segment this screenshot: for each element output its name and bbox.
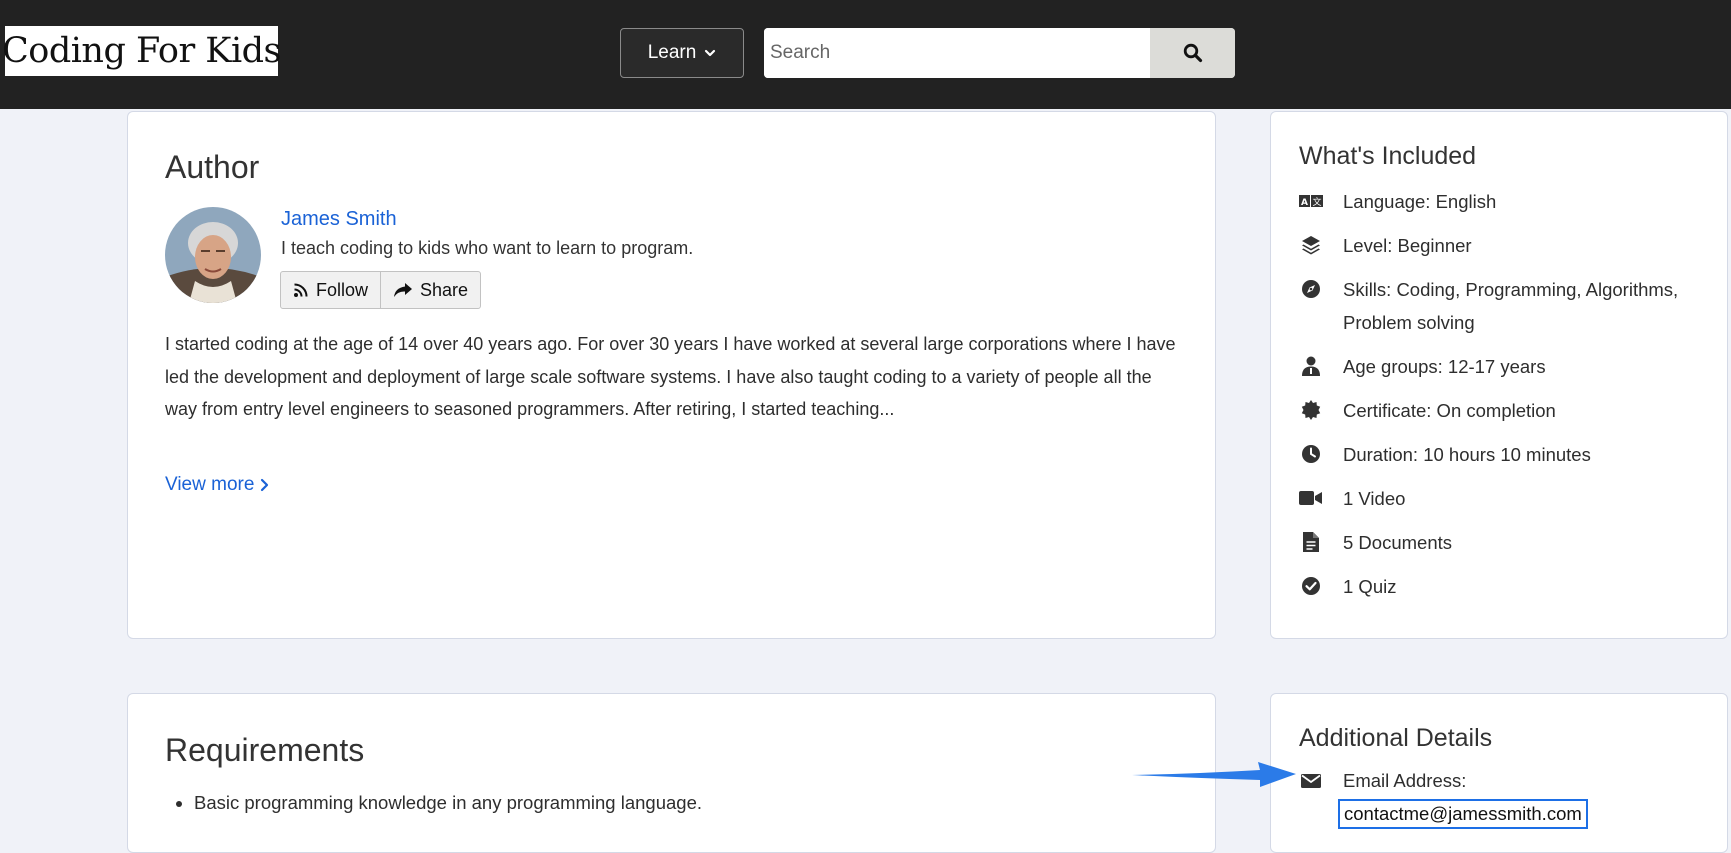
included-item-language: A文 Language: English <box>1299 186 1719 218</box>
included-item-level: Level: Beginner <box>1299 230 1719 262</box>
included-item-age: Age groups: 12-17 years <box>1299 351 1719 383</box>
view-more-link[interactable]: View more <box>165 474 269 496</box>
included-text: 1 Quiz <box>1343 576 1397 597</box>
included-text: 5 Documents <box>1343 532 1452 553</box>
top-navbar: Coding For Kids Learn <box>0 0 1731 109</box>
share-button[interactable]: Share <box>380 272 480 308</box>
clock-icon <box>1299 439 1323 469</box>
included-text: Language: English <box>1343 191 1497 212</box>
learn-dropdown-button[interactable]: Learn <box>620 28 744 78</box>
check-circle-icon <box>1299 571 1323 601</box>
author-card: Author James Smith I teach coding to kid… <box>127 111 1216 639</box>
included-item-video: 1 Video <box>1299 483 1719 515</box>
envelope-icon <box>1299 766 1323 796</box>
included-text: 1 Video <box>1343 488 1406 509</box>
author-actions: Follow Share <box>280 271 482 309</box>
included-text: Duration: 10 hours 10 minutes <box>1343 444 1591 465</box>
search-button[interactable] <box>1150 28 1235 78</box>
annotation-arrow <box>1132 762 1296 787</box>
additional-details-card: Additional Details Email Address: contac… <box>1270 693 1728 853</box>
email-label: Email Address: <box>1343 770 1467 791</box>
search-icon <box>1183 43 1202 63</box>
author-heading: Author <box>165 149 260 185</box>
included-text: Level: Beginner <box>1343 235 1472 256</box>
included-item-documents: 5 Documents <box>1299 527 1719 559</box>
whats-included-card: What's Included A文 Language: English Lev… <box>1270 111 1728 639</box>
view-more-label: View more <box>165 474 255 495</box>
requirements-card: Requirements Basic programming knowledge… <box>127 693 1216 853</box>
included-item-quiz: 1 Quiz <box>1299 571 1719 603</box>
author-bio: I started coding at the age of 14 over 4… <box>165 334 1176 419</box>
rss-icon <box>294 283 308 297</box>
user-icon <box>1299 351 1323 381</box>
included-item-duration: Duration: 10 hours 10 minutes <box>1299 439 1719 471</box>
search-bar <box>764 28 1235 78</box>
follow-button[interactable]: Follow <box>281 272 380 308</box>
document-icon <box>1299 527 1323 557</box>
badge-icon <box>1299 395 1323 425</box>
layers-icon <box>1299 230 1323 260</box>
video-icon <box>1299 483 1323 513</box>
compass-icon <box>1299 274 1323 304</box>
share-icon <box>394 283 413 297</box>
translate-icon: A文 <box>1299 186 1323 216</box>
included-item-certificate: Certificate: On completion <box>1299 395 1719 427</box>
chevron-right-icon <box>261 478 269 492</box>
chevron-down-icon <box>705 49 716 57</box>
included-item-skills: Skills: Coding, Programming, Algorithms,… <box>1299 274 1719 339</box>
email-address-value[interactable]: contactme@jamessmith.com <box>1338 799 1588 829</box>
included-text: Certificate: On completion <box>1343 400 1556 421</box>
additional-details-heading: Additional Details <box>1299 724 1493 752</box>
requirement-item: Basic programming knowledge in any progr… <box>194 788 1094 818</box>
whats-included-heading: What's Included <box>1299 142 1477 170</box>
site-logo[interactable]: Coding For Kids <box>2 26 282 76</box>
svg-text:A: A <box>1301 198 1308 208</box>
requirements-list: Basic programming knowledge in any progr… <box>188 788 1094 818</box>
included-text: Age groups: 12-17 years <box>1343 356 1546 377</box>
svg-text:文: 文 <box>1312 196 1321 208</box>
search-input[interactable] <box>764 28 1150 78</box>
included-list: A文 Language: English Level: Beginner Ski… <box>1299 186 1719 615</box>
requirements-heading: Requirements <box>165 732 365 768</box>
author-avatar <box>165 207 261 303</box>
author-tagline: I teach coding to kids who want to learn… <box>281 238 694 258</box>
included-text: Skills: Coding, Programming, Algorithms,… <box>1343 279 1679 333</box>
follow-label: Follow <box>316 279 369 300</box>
learn-label: Learn <box>647 42 697 63</box>
share-label: Share <box>420 279 469 300</box>
author-name-link[interactable]: James Smith <box>281 208 397 231</box>
